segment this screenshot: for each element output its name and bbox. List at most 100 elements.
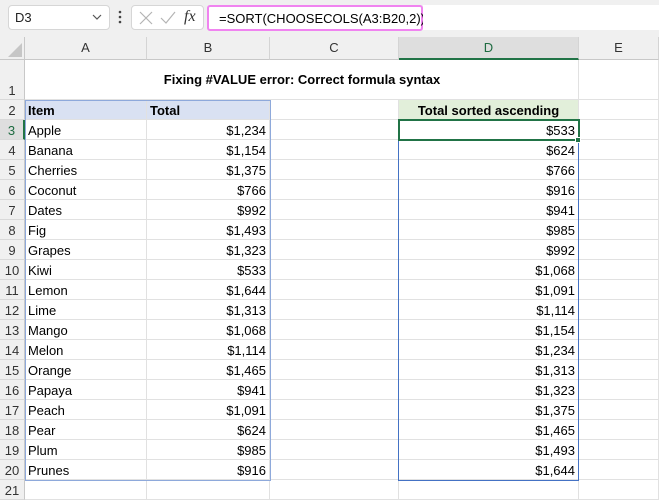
cell-a7[interactable]: Dates [25, 200, 147, 220]
select-all-button[interactable] [0, 37, 25, 60]
cell-a16[interactable]: Papaya [25, 380, 147, 400]
row-header-20[interactable]: 20 [0, 460, 25, 480]
cell-e15[interactable] [579, 360, 659, 380]
row-header-5[interactable]: 5 [0, 160, 25, 180]
column-header-a[interactable]: A [25, 37, 147, 60]
formula-input[interactable]: =SORT(CHOOSECOLS(A3:B20,2)) [207, 5, 425, 31]
cell-e7[interactable] [579, 200, 659, 220]
row-header-4[interactable]: 4 [0, 140, 25, 160]
cell-a9[interactable]: Grapes [25, 240, 147, 260]
cell-b6[interactable]: $766 [147, 180, 270, 200]
cell-d20[interactable]: $1,644 [399, 460, 579, 480]
cell-e8[interactable] [579, 220, 659, 240]
column-header-c[interactable]: C [270, 37, 399, 60]
cell-b9[interactable]: $1,323 [147, 240, 270, 260]
cell-a15[interactable]: Orange [25, 360, 147, 380]
cell-e20[interactable] [579, 460, 659, 480]
cell-c10[interactable] [270, 260, 399, 280]
cell-c7[interactable] [270, 200, 399, 220]
cell-a19[interactable]: Plum [25, 440, 147, 460]
cell-a18[interactable]: Pear [25, 420, 147, 440]
row-header-13[interactable]: 13 [0, 320, 25, 340]
cell-c12[interactable] [270, 300, 399, 320]
cell-a8[interactable]: Fig [25, 220, 147, 240]
cell-b19[interactable]: $985 [147, 440, 270, 460]
cell-d19[interactable]: $1,493 [399, 440, 579, 460]
cell-b13[interactable]: $1,068 [147, 320, 270, 340]
cell-d2[interactable]: Total sorted ascending [399, 100, 579, 120]
cell-d5[interactable]: $766 [399, 160, 579, 180]
cell-a13[interactable]: Mango [25, 320, 147, 340]
cell-c4[interactable] [270, 140, 399, 160]
row-header-1[interactable]: 1 [0, 60, 25, 100]
cell-e2[interactable] [579, 100, 659, 120]
cell-d12[interactable]: $1,114 [399, 300, 579, 320]
cell-d7[interactable]: $941 [399, 200, 579, 220]
cell-a2[interactable]: Item [25, 100, 147, 120]
cell-c8[interactable] [270, 220, 399, 240]
cell-b17[interactable]: $1,091 [147, 400, 270, 420]
cell-a14[interactable]: Melon [25, 340, 147, 360]
row-header-21[interactable]: 21 [0, 480, 25, 500]
row-header-15[interactable]: 15 [0, 360, 25, 380]
cell-b12[interactable]: $1,313 [147, 300, 270, 320]
cell-d8[interactable]: $985 [399, 220, 579, 240]
chevron-down-icon[interactable] [91, 10, 103, 24]
cell-e4[interactable] [579, 140, 659, 160]
cell-c6[interactable] [270, 180, 399, 200]
formula-input-area[interactable] [423, 5, 659, 30]
cell-d3[interactable]: $533 [399, 120, 579, 140]
cell-b16[interactable]: $941 [147, 380, 270, 400]
cell-d6[interactable]: $916 [399, 180, 579, 200]
cell-c5[interactable] [270, 160, 399, 180]
row-header-16[interactable]: 16 [0, 380, 25, 400]
cell-b10[interactable]: $533 [147, 260, 270, 280]
cell-d15[interactable]: $1,313 [399, 360, 579, 380]
insert-function-icon[interactable]: fx [184, 8, 196, 26]
cell-c13[interactable] [270, 320, 399, 340]
more-options-icon[interactable] [117, 9, 123, 25]
cell-d16[interactable]: $1,323 [399, 380, 579, 400]
cell-c11[interactable] [270, 280, 399, 300]
cell-b4[interactable]: $1,154 [147, 140, 270, 160]
cell-a17[interactable]: Peach [25, 400, 147, 420]
cell-e18[interactable] [579, 420, 659, 440]
cell-b11[interactable]: $1,644 [147, 280, 270, 300]
row-header-14[interactable]: 14 [0, 340, 25, 360]
cell-d13[interactable]: $1,154 [399, 320, 579, 340]
cell-d4[interactable]: $624 [399, 140, 579, 160]
cell-e5[interactable] [579, 160, 659, 180]
cell-a21[interactable] [25, 480, 147, 500]
cell-e14[interactable] [579, 340, 659, 360]
cell-a5[interactable]: Cherries [25, 160, 147, 180]
cell-a11[interactable]: Lemon [25, 280, 147, 300]
cell-d21[interactable] [399, 480, 579, 500]
cell-e16[interactable] [579, 380, 659, 400]
cell-e21[interactable] [579, 480, 659, 500]
cell-b18[interactable]: $624 [147, 420, 270, 440]
cell-c21[interactable] [270, 480, 399, 500]
cell-e19[interactable] [579, 440, 659, 460]
cell-b8[interactable]: $1,493 [147, 220, 270, 240]
cell-c20[interactable] [270, 460, 399, 480]
cell-c19[interactable] [270, 440, 399, 460]
cell-d9[interactable]: $992 [399, 240, 579, 260]
cell-a4[interactable]: Banana [25, 140, 147, 160]
cell-c16[interactable] [270, 380, 399, 400]
row-header-3[interactable]: 3 [0, 120, 25, 140]
cell-a20[interactable]: Prunes [25, 460, 147, 480]
row-header-7[interactable]: 7 [0, 200, 25, 220]
row-header-2[interactable]: 2 [0, 100, 25, 120]
cell-e10[interactable] [579, 260, 659, 280]
cell-c18[interactable] [270, 420, 399, 440]
cell-d18[interactable]: $1,465 [399, 420, 579, 440]
cell-a3[interactable]: Apple [25, 120, 147, 140]
cell-d10[interactable]: $1,068 [399, 260, 579, 280]
row-header-6[interactable]: 6 [0, 180, 25, 200]
cell-b14[interactable]: $1,114 [147, 340, 270, 360]
cell-c2[interactable] [270, 100, 399, 120]
cell-b15[interactable]: $1,465 [147, 360, 270, 380]
column-header-e[interactable]: E [579, 37, 659, 60]
row-header-10[interactable]: 10 [0, 260, 25, 280]
cell-d11[interactable]: $1,091 [399, 280, 579, 300]
